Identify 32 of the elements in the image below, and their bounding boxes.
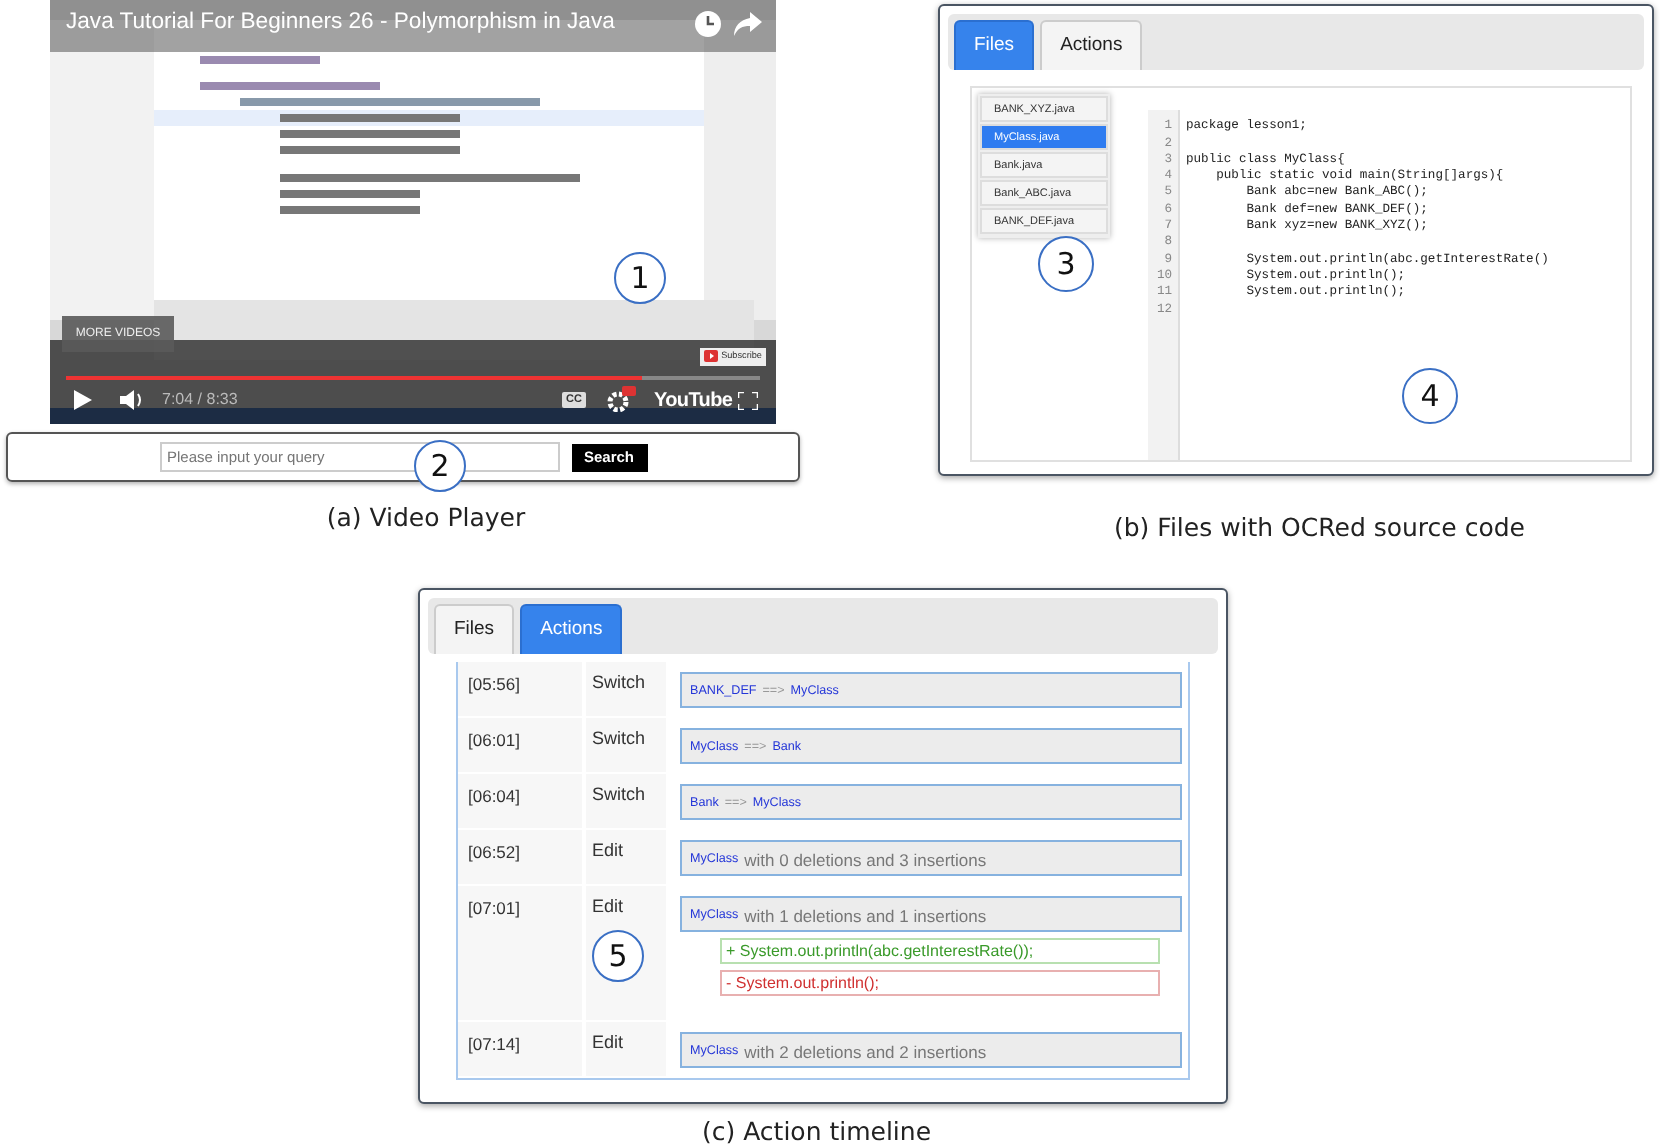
share-icon[interactable] [734, 12, 762, 36]
clock-icon[interactable] [694, 10, 722, 38]
action-type: Edit [592, 894, 626, 920]
video-icon [703, 350, 718, 363]
figure-caption: (a) Video Player [324, 500, 528, 536]
figure-caption: (b) Files with OCRed source code [1114, 510, 1527, 546]
action-type: Switch [592, 726, 648, 752]
action-type: Edit [592, 1030, 626, 1056]
timestamp: [06:04] [458, 774, 582, 828]
play-icon[interactable] [74, 390, 92, 410]
timestamp: [07:14] [458, 1022, 582, 1076]
figure-caption: (c) Action timeline [702, 1113, 934, 1146]
tab[interactable]: Actions [520, 603, 623, 654]
action-type: Switch [592, 782, 648, 808]
timestamp: [06:01] [458, 718, 582, 772]
callout-number: 4 [1402, 368, 1458, 425]
timestamp: [06:52] [458, 830, 582, 884]
timestamp: [07:01] [458, 886, 582, 1020]
fullscreen-icon[interactable] [738, 392, 758, 410]
time-display: 7:04 / 8:33 [162, 388, 238, 412]
callout-number: 3 [1038, 236, 1094, 293]
gear-icon[interactable] [606, 386, 636, 412]
action-type: Switch [592, 670, 648, 696]
tab[interactable]: Files [434, 603, 515, 654]
tab[interactable]: Actions [1040, 20, 1143, 71]
timestamp: [05:56] [458, 662, 582, 716]
tab[interactable]: Files [954, 20, 1035, 71]
action-type: Edit [592, 838, 626, 864]
volume-icon[interactable] [120, 390, 144, 410]
callout-number: 2 [414, 440, 466, 492]
callout-number: 5 [592, 930, 644, 982]
youtube-logo[interactable]: YouTube [654, 386, 733, 416]
